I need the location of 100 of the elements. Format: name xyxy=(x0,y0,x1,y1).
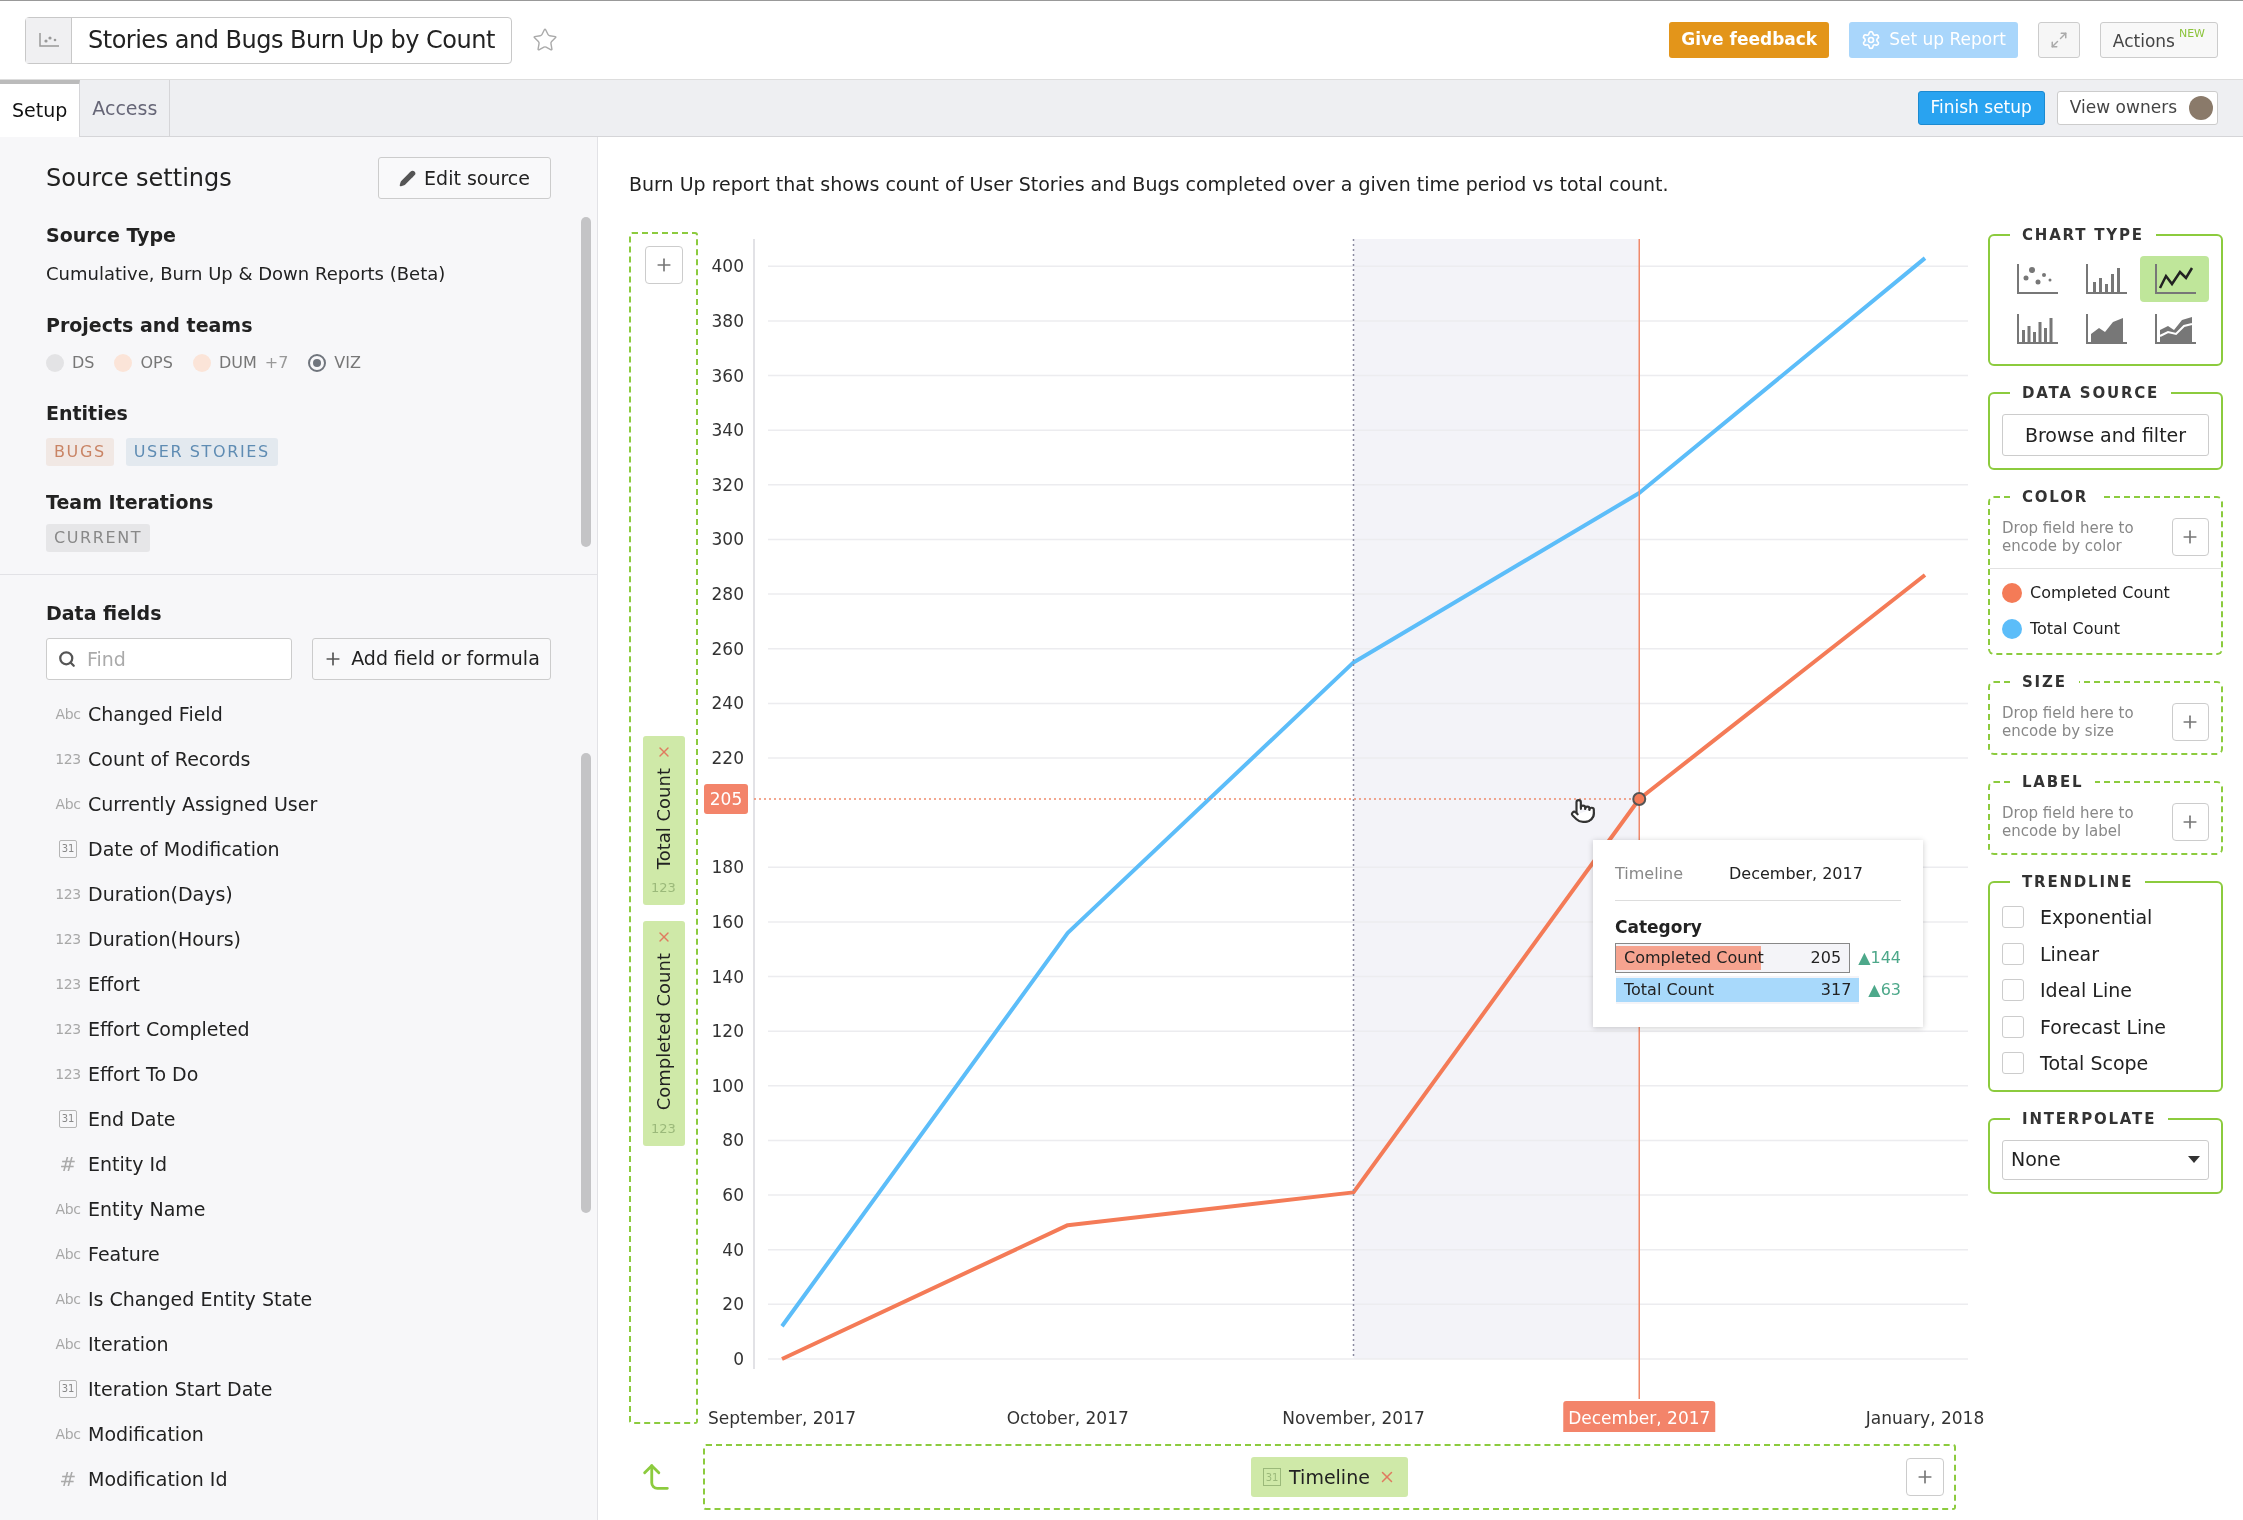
expand-button[interactable] xyxy=(2037,22,2080,58)
checkbox-label: Linear xyxy=(2040,941,2100,967)
checkbox-label: Exponential xyxy=(2040,905,2153,930)
tooltip-value: December, 2017 xyxy=(1729,863,1863,885)
type-icon: 123 xyxy=(55,1063,81,1085)
value-badge: 205 xyxy=(704,784,748,814)
title-field[interactable]: Stories and Bugs Burn Up by Count xyxy=(25,16,512,64)
section-heading: Data fields xyxy=(46,601,163,626)
view-owners-button[interactable]: View owners xyxy=(2056,91,2218,125)
drop-hint: Drop field here to encode by label xyxy=(2002,804,2135,840)
section-heading: Source settings xyxy=(46,163,232,194)
calendar-icon: 31 xyxy=(59,840,77,858)
field-pill-label: Total Count xyxy=(652,768,675,870)
data-field-item[interactable]: # Entity Id xyxy=(46,1141,551,1187)
type-icon: 123 xyxy=(55,748,81,770)
add-button[interactable] xyxy=(2171,703,2209,741)
search-icon xyxy=(58,649,76,668)
field-label: Source Type xyxy=(46,223,177,248)
data-field-item[interactable]: Abc Iteration xyxy=(46,1321,551,1367)
data-field-item[interactable]: 123 Count of Records xyxy=(46,736,551,782)
hover-point xyxy=(1632,792,1647,806)
add-button[interactable] xyxy=(1906,1458,1944,1496)
project-name: DUM xyxy=(218,352,257,374)
data-field-item[interactable]: Abc Currently Assigned User xyxy=(46,781,551,827)
tooltip-row-name: Completed Count xyxy=(1624,946,1764,969)
add-button[interactable] xyxy=(2171,803,2209,841)
data-field-item[interactable]: 123 Duration(Days) xyxy=(46,871,551,917)
type-icon: 123 xyxy=(55,1018,81,1040)
field-value: Cumulative, Burn Up & Down Reports (Beta) xyxy=(46,261,447,286)
add-field-button[interactable]: Add field or formula xyxy=(312,637,551,680)
y-tick-label: 100 xyxy=(711,1075,744,1096)
drop-hint: Drop field here to encode by size xyxy=(2002,704,2135,740)
add-button[interactable] xyxy=(644,246,683,284)
y-tick-label: 80 xyxy=(722,1130,744,1151)
x-tick-label: January, 2018 xyxy=(1865,1408,1985,1428)
data-field-item[interactable]: 31 Iteration Start Date xyxy=(46,1366,551,1412)
checkbox[interactable] xyxy=(2002,906,2024,929)
type-icon: Abc xyxy=(55,703,81,725)
y-tick-label: 380 xyxy=(711,310,744,331)
browse-button[interactable]: Browse and filter xyxy=(2002,414,2209,456)
y-tick-label: 300 xyxy=(711,529,744,550)
entity-tag: USER STORIES xyxy=(125,437,278,466)
y-tick-label: 320 xyxy=(711,474,744,495)
data-field-item[interactable]: 123 Effort To Do xyxy=(46,1051,551,1097)
star-icon[interactable] xyxy=(531,27,558,53)
find-field[interactable]: Find xyxy=(46,637,292,680)
delta-value: ▲144 xyxy=(1858,946,1901,969)
checkbox[interactable] xyxy=(2002,979,2024,1002)
x-tick-label: November, 2017 xyxy=(1282,1408,1425,1428)
checkbox[interactable] xyxy=(2002,1015,2024,1038)
type-icon: Abc xyxy=(55,1333,81,1355)
drop-hint: Drop field here to encode by color xyxy=(2002,519,2135,555)
data-field-item[interactable]: 31 Date of Modification xyxy=(46,826,551,872)
caret-icon xyxy=(2188,1156,2200,1163)
type-icon: Abc xyxy=(55,793,81,815)
type-icon: 123 xyxy=(55,928,81,950)
checkbox[interactable] xyxy=(2002,1052,2024,1075)
y-tick-label: 340 xyxy=(711,420,744,441)
y-tick-label: 400 xyxy=(711,256,744,277)
add-button[interactable] xyxy=(2171,518,2209,556)
report-icon xyxy=(26,17,72,63)
tooltip-row-value: 205 xyxy=(1810,946,1842,969)
type-icon: 123 xyxy=(55,973,81,995)
data-field-item[interactable]: 123 Effort xyxy=(46,961,551,1007)
checkbox[interactable] xyxy=(2002,942,2024,965)
interpolate-select[interactable]: None xyxy=(2002,1139,2209,1180)
actions-button[interactable]: Actions NEW xyxy=(2099,22,2218,58)
data-field-item[interactable]: Abc Entity Name xyxy=(46,1186,551,1232)
report-title: Stories and Bugs Burn Up by Count xyxy=(87,25,496,56)
x-tick-label: September, 2017 xyxy=(708,1408,856,1428)
data-field-item[interactable]: 123 Effort Completed xyxy=(46,1006,551,1052)
tab[interactable]: Setup xyxy=(0,80,81,137)
data-field-item[interactable]: Abc Changed Field xyxy=(46,691,551,737)
calendar-icon: 31 xyxy=(59,1380,77,1398)
tooltip-row-value: 317 xyxy=(1820,978,1852,1001)
y-tick-label: 280 xyxy=(711,584,744,605)
data-field-item[interactable]: # Modification Id xyxy=(46,1456,551,1502)
type-icon: Abc xyxy=(55,1243,81,1265)
field-label: Team Iterations xyxy=(46,489,215,515)
field-label: Entities xyxy=(46,401,129,426)
x-label-badge: December, 2017 xyxy=(1563,1401,1716,1432)
data-field-item[interactable]: 31 End Date xyxy=(46,1096,551,1142)
field-pill-label: Timeline xyxy=(1289,1464,1370,1490)
data-field-item[interactable]: 123 Duration(Hours) xyxy=(46,916,551,962)
data-field-item[interactable]: Abc Is Changed Entity State xyxy=(46,1276,551,1322)
tooltip-row-name: Total Count xyxy=(1624,978,1714,1001)
edit-source-button[interactable]: Edit source xyxy=(378,157,551,199)
expand-icon xyxy=(2049,31,2068,49)
iteration-tag: CURRENT xyxy=(46,524,151,552)
pointer-cursor-icon xyxy=(1570,798,1596,824)
chart-type-option[interactable] xyxy=(2140,256,2209,302)
data-field-item[interactable]: Abc Feature xyxy=(46,1231,551,1277)
y-tick-label: 160 xyxy=(711,911,744,932)
y-tick-label: 0 xyxy=(733,1349,744,1369)
y-tick-label: 260 xyxy=(711,638,744,659)
hash-icon: # xyxy=(59,1154,77,1174)
entity-tag: BUGS xyxy=(46,437,114,466)
project-name: OPS xyxy=(140,352,173,374)
data-field-item[interactable]: Abc Modification xyxy=(46,1411,551,1457)
y-tick-label: 140 xyxy=(711,966,744,987)
